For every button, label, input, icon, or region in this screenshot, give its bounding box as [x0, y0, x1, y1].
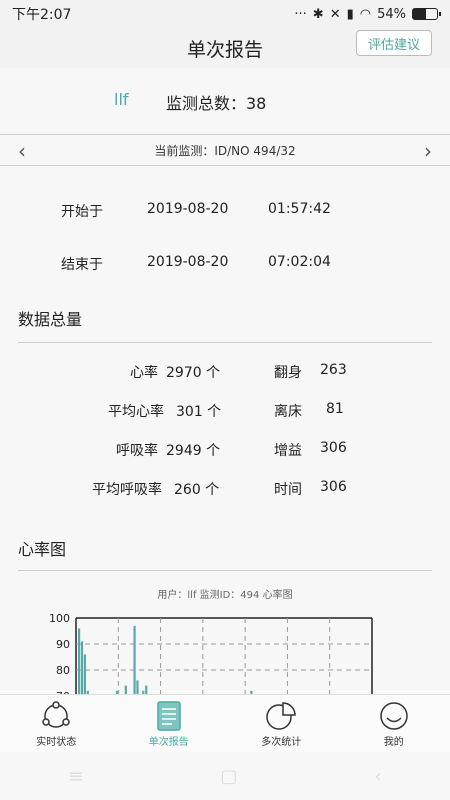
- stat-label: 呼吸率: [116, 443, 158, 459]
- start-label: 开始于: [61, 204, 103, 220]
- stat-label: 增益: [274, 443, 302, 459]
- record-navigator: ‹ 当前监测：ID/NO 494/32 ›: [0, 134, 450, 166]
- data-total-title: 数据总量: [18, 310, 83, 329]
- end-time: 07:02:04: [268, 254, 331, 270]
- bluetooth-icon: ✱: [312, 6, 324, 22]
- current-record-label: 当前监测：ID/NO 494/32: [154, 143, 296, 158]
- status-icons: ··· ✱ ✕ ▮ ◠ 54%: [294, 6, 441, 22]
- status-time: 下午2:07: [12, 7, 72, 23]
- system-nav-bar: ≡ ▢ ‹: [0, 752, 450, 800]
- dots-icon: ···: [294, 6, 307, 22]
- tab-realtime[interactable]: 实时状态: [0, 695, 113, 752]
- battery-level-fill: [413, 9, 426, 19]
- battery-icon: [412, 8, 441, 20]
- chart-bar: [124, 685, 127, 694]
- chart-bar: [145, 685, 148, 694]
- stat-label: 时间: [274, 482, 302, 498]
- app-header: 单次报告 评估建议: [0, 28, 450, 68]
- smiley-face-icon: [380, 702, 408, 730]
- summary-row: llf 监测总数：38: [0, 68, 450, 132]
- menu-icon[interactable]: ≡: [68, 766, 83, 787]
- bottom-tab-bar: 实时状态 单次报告 多次统计 我的: [0, 694, 450, 752]
- chart-bar: [133, 625, 136, 694]
- stat-value: 306: [320, 440, 347, 456]
- mute-icon: ✕: [329, 6, 341, 22]
- stat-value: 301 个: [176, 404, 222, 420]
- stat-value: 81: [326, 401, 344, 417]
- report-document-icon: [157, 701, 181, 731]
- tab-profile[interactable]: 我的: [338, 695, 450, 752]
- chart-divider: [18, 570, 432, 571]
- tab-multi-stats[interactable]: 多次统计: [225, 695, 338, 752]
- end-date: 2019-08-20: [147, 254, 229, 270]
- page-title: 单次报告: [186, 38, 263, 61]
- end-label: 结束于: [61, 257, 103, 273]
- user-name[interactable]: llf: [114, 90, 129, 109]
- stat-label: 平均呼吸率: [92, 482, 162, 498]
- chart-y-tick-label: 90: [56, 638, 70, 651]
- start-date: 2019-08-20: [147, 201, 229, 217]
- stat-label: 心率: [130, 365, 158, 381]
- share-nodes-icon: [42, 701, 70, 728]
- heart-rate-chart: 用户：llf 监测ID：494 心率图 100908070: [18, 572, 432, 694]
- stat-value: 306: [320, 479, 347, 495]
- section-divider: [18, 342, 432, 343]
- tab-label: 我的: [383, 737, 404, 748]
- heart-rate-title: 心率图: [18, 540, 67, 559]
- battery-percent: 54%: [377, 6, 406, 22]
- tab-single-report[interactable]: 单次报告: [113, 695, 226, 752]
- stat-value: 263: [320, 362, 347, 378]
- stat-value: 2970 个: [166, 365, 221, 381]
- stat-value: 260 个: [174, 482, 220, 498]
- previous-arrow-icon[interactable]: ‹: [18, 139, 26, 163]
- status-bar: 下午2:07 ··· ✱ ✕ ▮ ◠ 54%: [0, 0, 450, 28]
- chart-bar: [136, 680, 139, 694]
- total-count: 监测总数：38: [166, 94, 267, 113]
- tab-label: 单次报告: [148, 737, 189, 748]
- chart-bar: [78, 628, 81, 694]
- stat-value: 2949 个: [166, 443, 221, 459]
- advice-button[interactable]: 评估建议: [356, 30, 432, 56]
- chart-bar: [83, 654, 87, 694]
- back-icon[interactable]: ‹: [374, 766, 381, 787]
- signal-icon: ▮: [346, 6, 354, 22]
- chart-bar: [80, 641, 84, 694]
- stat-label: 翻身: [274, 365, 302, 381]
- stat-label: 离床: [274, 404, 302, 420]
- pie-chart-icon: [266, 702, 297, 730]
- stat-label: 平均心率: [108, 404, 164, 420]
- tab-label: 实时状态: [36, 737, 77, 748]
- next-arrow-icon[interactable]: ›: [424, 139, 432, 163]
- chart-y-tick-label: 80: [56, 664, 70, 677]
- chart-caption: 用户：llf 监测ID：494 心率图: [157, 590, 293, 601]
- wifi-icon: ◠: [359, 6, 372, 22]
- start-time: 01:57:42: [268, 201, 331, 217]
- home-icon[interactable]: ▢: [220, 766, 237, 787]
- tab-label: 多次统计: [261, 737, 302, 748]
- chart-y-tick-label: 100: [49, 612, 70, 625]
